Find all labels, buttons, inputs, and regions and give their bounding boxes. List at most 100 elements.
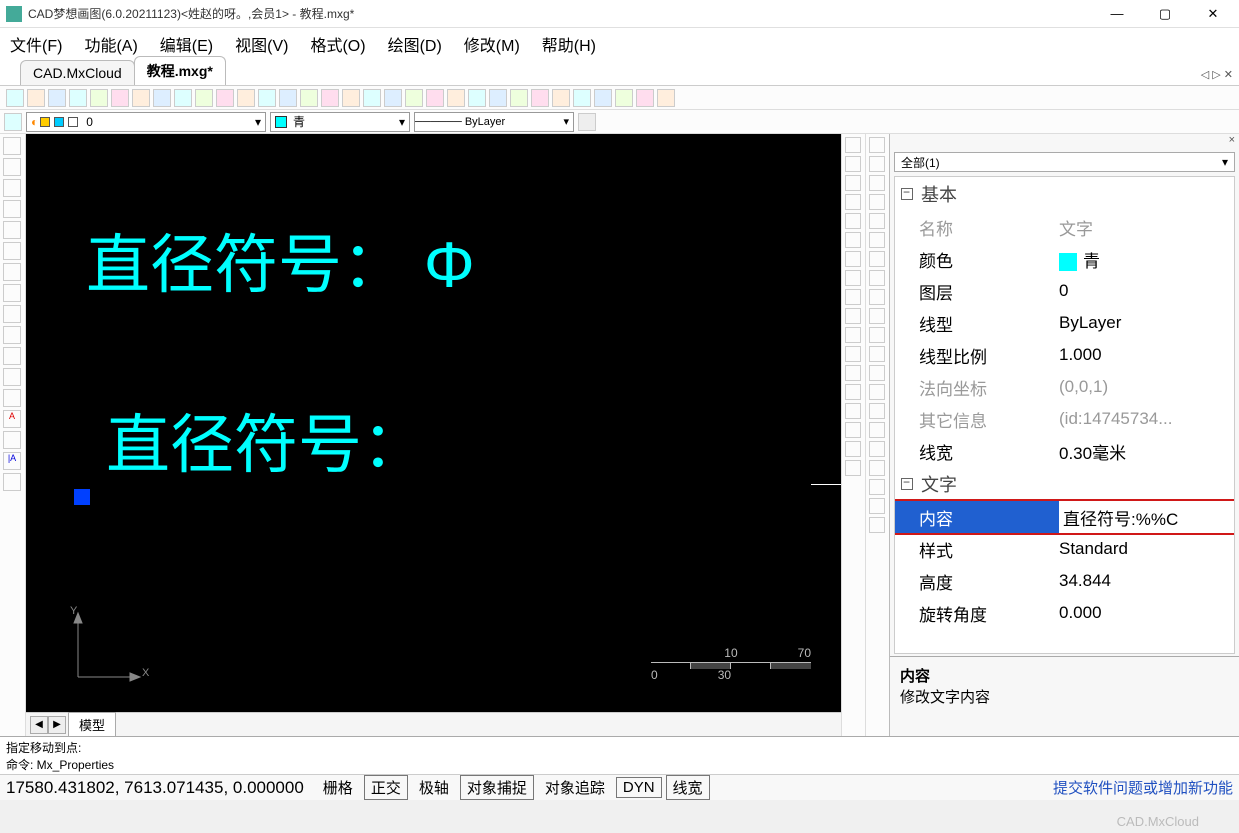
- mod-erase[interactable]: [845, 422, 861, 438]
- prop-content[interactable]: 内容直径符号:%%C: [895, 501, 1234, 533]
- menu-func[interactable]: 功能(A): [84, 32, 137, 56]
- mod-scale[interactable]: [845, 251, 861, 267]
- mod-join[interactable]: [845, 346, 861, 362]
- tab-nav[interactable]: ◁ ▷ ✕: [1201, 68, 1233, 81]
- prop-style[interactable]: 样式Standard: [895, 533, 1234, 565]
- tool-ellipse[interactable]: [3, 284, 21, 302]
- tool-calc[interactable]: [573, 89, 591, 107]
- category-basic[interactable]: 基本: [895, 177, 1234, 211]
- tool-search[interactable]: [216, 89, 234, 107]
- dim-aligned[interactable]: [869, 156, 885, 172]
- tool-zoomn[interactable]: [258, 89, 276, 107]
- tool-layers[interactable]: [363, 89, 381, 107]
- dim-ord[interactable]: [869, 194, 885, 210]
- dim-update[interactable]: [869, 403, 885, 419]
- color-selector[interactable]: 青 ▾: [270, 112, 410, 132]
- layer-manager-button[interactable]: [4, 113, 22, 131]
- canvas-text-2[interactable]: 直径符号：: [106, 394, 426, 486]
- dim-radius[interactable]: [869, 213, 885, 229]
- selection-dropdown[interactable]: 全部(1) ▾: [894, 152, 1235, 172]
- status-lwt[interactable]: 线宽: [666, 775, 710, 800]
- tool-text[interactable]: A: [3, 410, 21, 428]
- mod-break[interactable]: [845, 327, 861, 343]
- menu-file[interactable]: 文件(F): [10, 32, 62, 56]
- tool-brush[interactable]: [384, 89, 402, 107]
- mod-rotate[interactable]: [845, 232, 861, 248]
- minimize-button[interactable]: —: [1105, 6, 1129, 22]
- tool-zoomwin[interactable]: [132, 89, 150, 107]
- prop-linetype[interactable]: 线型ByLayer: [895, 307, 1234, 339]
- tool-table[interactable]: [3, 431, 21, 449]
- dim-angular[interactable]: [869, 251, 885, 267]
- dim-extra2[interactable]: [869, 441, 885, 457]
- tool-open[interactable]: [27, 89, 45, 107]
- linetype-selector[interactable]: ────── ByLayer▾: [414, 112, 574, 132]
- mod-fillet[interactable]: [845, 384, 861, 400]
- layout-next[interactable]: ▶: [48, 716, 66, 734]
- status-ortho[interactable]: 正交: [364, 775, 408, 800]
- prop-rotation[interactable]: 旋转角度0.000: [895, 597, 1234, 629]
- status-osnap[interactable]: 对象捕捉: [460, 775, 534, 800]
- mod-trim[interactable]: [845, 289, 861, 305]
- dim-extra4[interactable]: [869, 479, 885, 495]
- tool-zoomd[interactable]: [300, 89, 318, 107]
- prop-normal[interactable]: 法向坐标(0,0,1): [895, 371, 1234, 403]
- tool-new[interactable]: [6, 89, 24, 107]
- coordinates-display[interactable]: 17580.431802, 7613.071435, 0.000000: [6, 778, 304, 798]
- tool-zoomp[interactable]: [237, 89, 255, 107]
- tool-spline[interactable]: [3, 263, 21, 281]
- tool-polygon[interactable]: [3, 179, 21, 197]
- menu-modify[interactable]: 修改(M): [464, 32, 520, 56]
- prop-layer[interactable]: 图层0: [895, 275, 1234, 307]
- tool-hatch[interactable]: [447, 89, 465, 107]
- dim-edit[interactable]: [869, 365, 885, 381]
- dim-continue[interactable]: [869, 289, 885, 305]
- selection-grip[interactable]: [74, 489, 90, 505]
- dim-leader[interactable]: [869, 308, 885, 324]
- prop-other[interactable]: 其它信息(id:14745734...: [895, 403, 1234, 435]
- tool-line[interactable]: [3, 137, 21, 155]
- status-otrack[interactable]: 对象追踪: [538, 775, 612, 800]
- doc-tab-1[interactable]: CAD.MxCloud: [20, 60, 135, 85]
- mod-mirror[interactable]: [845, 156, 861, 172]
- menu-draw[interactable]: 绘图(D): [388, 32, 442, 56]
- tool-image[interactable]: [510, 89, 528, 107]
- panel-close-button[interactable]: ×: [1229, 134, 1235, 150]
- dim-extra1[interactable]: [869, 422, 885, 438]
- mod-copy[interactable]: [845, 137, 861, 153]
- mod-stretch[interactable]: [845, 270, 861, 286]
- category-text[interactable]: 文字: [895, 467, 1234, 501]
- dim-arc[interactable]: [869, 175, 885, 191]
- dim-tol[interactable]: [869, 327, 885, 343]
- status-dyn[interactable]: DYN: [616, 777, 662, 798]
- tool-insertblock[interactable]: [3, 326, 21, 344]
- tool-mtext[interactable]: |A: [3, 452, 21, 470]
- property-grid[interactable]: 基本 名称文字 颜色青 图层0 线型ByLayer 线型比例1.000 法向坐标…: [894, 176, 1235, 654]
- tool-hatch2[interactable]: [3, 389, 21, 407]
- canvas-text-1[interactable]: 直径符号： Φ: [86, 214, 475, 306]
- feedback-link[interactable]: 提交软件问题或增加新功能: [1053, 777, 1233, 798]
- dim-center[interactable]: [869, 346, 885, 362]
- collapse-icon[interactable]: [901, 478, 913, 490]
- ltype-manager-button[interactable]: [578, 113, 596, 131]
- tool-point[interactable]: [3, 368, 21, 386]
- tool-pan[interactable]: [174, 89, 192, 107]
- mod-explode[interactable]: [845, 403, 861, 419]
- tool-zoomext[interactable]: [153, 89, 171, 107]
- dim-extra6[interactable]: [869, 517, 885, 533]
- prop-color[interactable]: 颜色青: [895, 243, 1234, 275]
- menu-format[interactable]: 格式(O): [310, 32, 365, 56]
- tool-pline[interactable]: [3, 158, 21, 176]
- doc-tab-2[interactable]: 教程.mxg*: [134, 56, 226, 85]
- tool-measure[interactable]: [195, 89, 213, 107]
- tool-paint[interactable]: [321, 89, 339, 107]
- dim-extra3[interactable]: [869, 460, 885, 476]
- tool-arc[interactable]: [3, 221, 21, 239]
- menu-view[interactable]: 视图(V): [235, 32, 288, 56]
- tool-block[interactable]: [468, 89, 486, 107]
- tool-rect[interactable]: [3, 200, 21, 218]
- mod-extra1[interactable]: [845, 441, 861, 457]
- tool-extra4[interactable]: [657, 89, 675, 107]
- status-grid[interactable]: 栅格: [316, 775, 360, 800]
- tool-print[interactable]: [90, 89, 108, 107]
